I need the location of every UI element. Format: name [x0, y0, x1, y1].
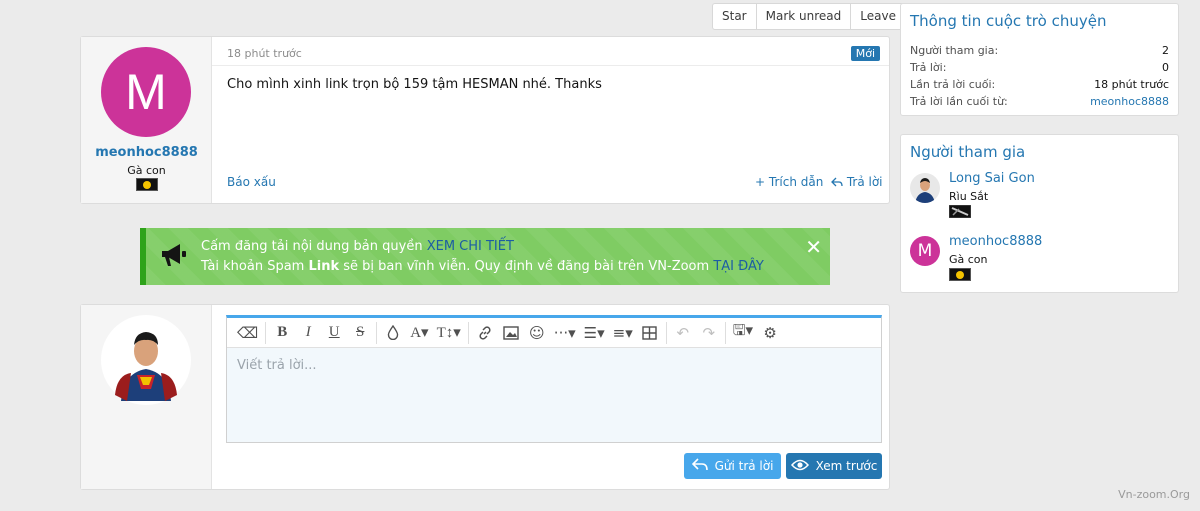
reply-label: Trả lời — [846, 175, 883, 189]
divider — [212, 65, 889, 66]
toolbar-divider — [265, 321, 267, 344]
participant-avatar[interactable] — [910, 173, 940, 203]
stat-value: 0 — [1162, 61, 1169, 74]
stat-value[interactable]: 18 phút trước — [1094, 78, 1169, 91]
quote-button[interactable]: + Trích dẫn — [755, 175, 823, 189]
reply-user-column — [81, 305, 212, 489]
rank-badge-icon — [949, 268, 971, 284]
bold-icon[interactable]: B — [269, 322, 295, 344]
participants-block: Người tham gia Long Sai Gon Rìu Sắt M me… — [900, 134, 1179, 293]
underline-icon[interactable]: U — [321, 322, 347, 344]
notice-text-2a: Tài khoản Spam — [201, 259, 305, 274]
reply-form: ⌫ B I U S A▾ T↕▾ ☺ ···▾ ☰▾ ≡▾ ↶ ↷ 🖫▾ ⚙ V… — [80, 304, 890, 490]
user-title: Gà con — [127, 164, 166, 177]
font-size-icon[interactable]: T↕▾ — [433, 322, 465, 344]
report-link[interactable]: Báo xấu — [227, 175, 276, 189]
color-drop-icon[interactable] — [380, 322, 406, 344]
conversation-info-block: Thông tin cuộc trò chuyện Người tham gia… — [900, 3, 1179, 116]
list-icon[interactable]: ☰▾ — [580, 322, 609, 344]
stat-label: Trả lời: — [910, 61, 947, 74]
send-reply-button[interactable]: Gửi trả lời — [684, 453, 781, 479]
participant-title: Rìu Sắt — [949, 190, 989, 203]
post-user-column: M meonhoc8888 Gà con — [81, 37, 212, 203]
stat-label: Trả lời lần cuối từ: — [910, 95, 1008, 108]
thread-actions: Star Mark unread Leave — [712, 3, 906, 30]
image-icon[interactable] — [498, 322, 524, 344]
table-icon[interactable] — [637, 322, 663, 344]
reply-arrow-icon — [691, 458, 708, 474]
post-content: Cho mình xinh link trọn bộ 159 tậm HESMA… — [227, 77, 602, 92]
participant-name[interactable]: Long Sai Gon — [949, 171, 1035, 186]
participant-item: M meonhoc8888 Gà con — [910, 234, 1170, 288]
italic-icon[interactable]: I — [295, 322, 321, 344]
participants-title: Người tham gia — [910, 143, 1026, 161]
conversation-info-title: Thông tin cuộc trò chuyện — [910, 12, 1107, 30]
send-label: Gửi trả lời — [714, 459, 774, 473]
smiley-icon[interactable]: ☺ — [524, 322, 550, 344]
stat-label: Người tham gia: — [910, 44, 999, 57]
notice-text-2b: sẽ bị ban vĩnh viễn. Quy định về đăng bà… — [343, 259, 710, 274]
toolbar-divider — [724, 321, 726, 344]
stat-participants: Người tham gia: 2 — [910, 44, 1169, 57]
undo-icon[interactable]: ↶ — [670, 322, 696, 344]
post-time[interactable]: 18 phút trước — [227, 47, 302, 60]
close-icon[interactable]: ✕ — [805, 235, 822, 259]
gear-icon[interactable]: ⚙ — [757, 322, 783, 344]
toolbar-divider — [665, 321, 667, 344]
quote-label: Trích dẫn — [768, 175, 824, 189]
redo-icon[interactable]: ↷ — [696, 322, 722, 344]
eraser-icon[interactable]: ⌫ — [233, 322, 262, 344]
save-draft-icon[interactable]: 🖫▾ — [729, 321, 757, 344]
notice-detail-link[interactable]: XEM CHI TIẾT — [427, 239, 514, 254]
axe-badge-icon — [948, 204, 972, 221]
leave-button[interactable]: Leave — [851, 4, 905, 29]
message-post: M meonhoc8888 Gà con 18 phút trước Mới C… — [80, 36, 890, 204]
reply-icon — [831, 175, 847, 189]
participant-item: Long Sai Gon Rìu Sắt — [910, 171, 1170, 225]
last-reply-user-link[interactable]: meonhoc8888 — [1090, 95, 1169, 108]
notice-line-1: Cấm đăng tải nội dung bản quyền XEM CHI … — [201, 239, 514, 254]
post-username[interactable]: meonhoc8888 — [81, 145, 212, 160]
participant-title: Gà con — [949, 253, 988, 266]
plus-icon: + — [755, 175, 766, 189]
preview-button[interactable]: Xem trước — [786, 453, 882, 479]
superman-avatar[interactable] — [101, 315, 191, 405]
participant-avatar[interactable]: M — [910, 236, 940, 266]
megaphone-icon — [160, 242, 188, 272]
font-family-icon[interactable]: A▾ — [406, 322, 432, 344]
reply-button[interactable]: Trả lời — [831, 175, 883, 189]
rich-text-editor: ⌫ B I U S A▾ T↕▾ ☺ ···▾ ☰▾ ≡▾ ↶ ↷ 🖫▾ ⚙ V… — [226, 315, 882, 443]
avatar[interactable]: M — [101, 47, 191, 137]
stat-label: Lần trả lời cuối: — [910, 78, 996, 91]
notice-rules-link[interactable]: TẠI ĐÂY — [713, 259, 763, 274]
align-icon[interactable]: ≡▾ — [609, 322, 637, 344]
stat-last-reply: Lần trả lời cuối: 18 phút trước — [910, 78, 1169, 91]
editor-toolbar: ⌫ B I U S A▾ T↕▾ ☺ ···▾ ☰▾ ≡▾ ↶ ↷ 🖫▾ ⚙ — [227, 318, 881, 348]
more-icon[interactable]: ···▾ — [550, 322, 580, 344]
strikethrough-icon[interactable]: S — [347, 322, 373, 344]
toolbar-divider — [467, 321, 469, 344]
preview-label: Xem trước — [815, 459, 878, 473]
stat-replies: Trả lời: 0 — [910, 61, 1169, 74]
toolbar-divider — [376, 321, 378, 344]
eye-icon — [790, 459, 809, 474]
star-button[interactable]: Star — [713, 4, 757, 29]
stat-last-reply-from: Trả lời lần cuối từ: meonhoc8888 — [910, 95, 1169, 108]
notice-banner: Cấm đăng tải nội dung bản quyền XEM CHI … — [140, 228, 830, 285]
notice-text-1: Cấm đăng tải nội dung bản quyền — [201, 239, 423, 254]
link-icon[interactable] — [472, 322, 498, 344]
mark-unread-button[interactable]: Mark unread — [757, 4, 852, 29]
reply-textarea[interactable]: Viết trả lời... — [227, 348, 881, 442]
participant-name[interactable]: meonhoc8888 — [949, 234, 1042, 249]
notice-text-bold: Link — [308, 259, 340, 274]
new-badge: Mới — [850, 46, 880, 61]
notice-line-2: Tài khoản Spam Link sẽ bị ban vĩnh viễn.… — [201, 259, 764, 274]
watermark: Vn-zoom.Org — [1118, 488, 1190, 501]
stat-value: 2 — [1162, 44, 1169, 57]
rank-badge-icon — [136, 178, 158, 194]
